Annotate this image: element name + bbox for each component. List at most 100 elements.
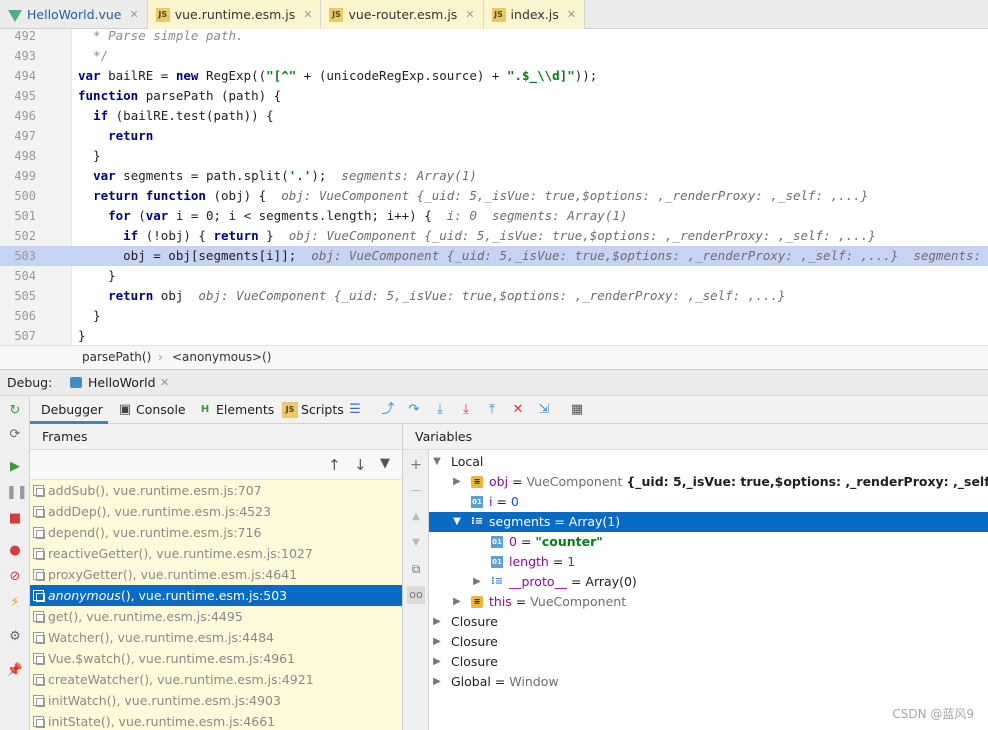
tab-helloworld-vue[interactable]: HelloWorld.vue ✕ <box>0 0 148 29</box>
var-scope-closure[interactable]: ▶ Closure <box>429 612 988 632</box>
code-line[interactable]: 506 } <box>0 306 988 326</box>
mute-breakpoints-icon[interactable]: ⊘ <box>6 568 24 586</box>
frame-item[interactable]: get(), vue.runtime.esm.js:4495 <box>30 606 402 627</box>
code-editor[interactable]: 492 * Parse simple path. 493 */494 var bai… <box>0 29 988 345</box>
line-number[interactable]: 494 <box>0 66 36 86</box>
code-line[interactable]: 492 * Parse simple path. <box>0 29 988 46</box>
chevron-down-icon[interactable]: ▼ <box>451 512 463 532</box>
tab-elements[interactable]: Elements <box>216 396 274 424</box>
code-line[interactable]: 498 } <box>0 146 988 166</box>
close-icon[interactable]: ✕ <box>303 8 312 21</box>
show-execution-point-icon[interactable]: ⤴ <box>380 402 396 418</box>
tab-debugger[interactable]: Debugger <box>30 396 108 424</box>
run-to-cursor-icon[interactable]: ⇲ <box>536 402 552 418</box>
chevron-right-icon[interactable]: ▶ <box>471 572 483 592</box>
frame-item[interactable]: depend(), vue.runtime.esm.js:716 <box>30 522 402 543</box>
menu-icon[interactable]: ☰ <box>347 402 363 418</box>
line-number[interactable]: 493 <box>0 46 36 66</box>
var-segments-proto[interactable]: ▶ ⁝≡ __proto__ = Array(0) <box>429 572 988 592</box>
code-line[interactable]: 495 function parsePath (path) { <box>0 86 988 106</box>
line-number[interactable]: 503 <box>0 246 36 266</box>
frame-item[interactable]: createWatcher(), vue.runtime.esm.js:4921 <box>30 669 402 690</box>
close-icon[interactable]: ✕ <box>567 8 576 21</box>
arrow-up-icon[interactable]: ↑ <box>328 456 341 474</box>
line-number[interactable]: 502 <box>0 226 36 246</box>
frame-item[interactable]: proxyGetter(), vue.runtime.esm.js:4641 <box>30 564 402 585</box>
frame-item[interactable]: initState(), vue.runtime.esm.js:4661 <box>30 711 402 730</box>
tab-index-js[interactable]: JS index.js ✕ <box>483 0 585 29</box>
chevron-down-icon[interactable]: ▼ <box>431 452 443 472</box>
code-line[interactable]: 503 obj = obj[segments[i]]; obj: VueComp… <box>0 246 988 266</box>
code-line[interactable]: 497 return <box>0 126 988 146</box>
line-number[interactable]: 499 <box>0 166 36 186</box>
frame-item[interactable]: addSub(), vue.runtime.esm.js:707 <box>30 480 402 501</box>
filter-icon[interactable]: ▼ <box>380 456 390 471</box>
tab-console[interactable]: Console <box>136 396 186 424</box>
code-line[interactable]: 496 if (bailRE.test(path)) { <box>0 106 988 126</box>
line-number[interactable]: 501 <box>0 206 36 226</box>
breadcrumb-item[interactable]: <anonymous>() <box>172 346 271 369</box>
var-segments[interactable]: ▼ ⁝≡ segments = Array(1) <box>429 512 988 532</box>
code-line[interactable]: 502 if (!obj) { return } obj: VueCompone… <box>0 226 988 246</box>
line-number[interactable]: 495 <box>0 86 36 106</box>
breadcrumb-item[interactable]: parsePath() <box>82 346 151 369</box>
table-icon[interactable]: ▦ <box>569 402 585 418</box>
line-number[interactable]: 498 <box>0 146 36 166</box>
pin-icon[interactable]: 📌 <box>6 662 24 680</box>
code-line[interactable]: 501 for (var i = 0; i < segments.length;… <box>0 206 988 226</box>
tab-vue-runtime[interactable]: JS vue.runtime.esm.js ✕ <box>147 0 322 29</box>
frame-item[interactable]: initWatch(), vue.runtime.esm.js:4903 <box>30 690 402 711</box>
code-line[interactable]: 500 return function (obj) { obj: VueComp… <box>0 186 988 206</box>
stop-icon[interactable]: ■ <box>6 510 24 528</box>
code-line[interactable]: 499 var segments = path.split('.'); segm… <box>0 166 988 186</box>
var-segments-length[interactable]: 01 length = 1 <box>429 552 988 572</box>
var-scope-closure[interactable]: ▶ Closure <box>429 632 988 652</box>
var-scope-closure[interactable]: ▶ Closure <box>429 652 988 672</box>
close-icon[interactable]: ✕ <box>130 8 139 21</box>
view-breakpoints-icon[interactable]: ● <box>6 542 24 560</box>
tab-vue-router[interactable]: JS vue-router.esm.js ✕ <box>321 0 484 29</box>
chevron-right-icon[interactable]: ▶ <box>451 592 463 612</box>
code-line[interactable]: 507} <box>0 326 988 345</box>
code-line[interactable]: 493 */ <box>0 46 988 66</box>
move-down-icon[interactable]: ▼ <box>407 534 425 552</box>
remove-watch-icon[interactable]: − <box>407 482 425 500</box>
lightning-icon[interactable]: ⚡ <box>6 594 24 612</box>
code-line[interactable]: 494 var bailRE = new RegExp(("[^" + (unic… <box>0 66 988 86</box>
var-scope-global[interactable]: ▶ Global = Window <box>429 672 988 692</box>
gear-icon[interactable]: ⚙ <box>6 628 24 646</box>
arrow-down-icon[interactable]: ↓ <box>354 456 367 474</box>
line-number[interactable]: 492 <box>0 29 36 46</box>
chevron-right-icon[interactable]: ▶ <box>431 672 443 692</box>
refresh-icon[interactable]: ⟳ <box>6 426 24 444</box>
code-line[interactable]: 505 return obj obj: VueComponent {_uid: … <box>0 286 988 306</box>
close-icon[interactable]: ✕ <box>160 370 169 396</box>
line-number[interactable]: 506 <box>0 306 36 326</box>
line-number[interactable]: 497 <box>0 126 36 146</box>
line-number[interactable]: 504 <box>0 266 36 286</box>
pause-icon[interactable]: ❚❚ <box>6 484 28 502</box>
chevron-right-icon[interactable]: ▶ <box>431 612 443 632</box>
line-number[interactable]: 500 <box>0 186 36 206</box>
var-segments-0[interactable]: 01 0 = "counter" <box>429 532 988 552</box>
frame-item[interactable]: anonymous(), vue.runtime.esm.js:503 <box>30 585 402 606</box>
glasses-icon[interactable]: oo <box>407 586 425 604</box>
step-into-icon[interactable]: ⤓ <box>432 402 448 418</box>
chevron-right-icon[interactable]: ▶ <box>431 632 443 652</box>
var-obj[interactable]: ▶ ≡ obj = VueComponent {_uid: 5,_isVue: … <box>429 472 988 492</box>
frame-item[interactable]: Vue.$watch(), vue.runtime.esm.js:4961 <box>30 648 402 669</box>
var-this[interactable]: ▶ ≡ this = VueComponent <box>429 592 988 612</box>
frame-item[interactable]: reactiveGetter(), vue.runtime.esm.js:102… <box>30 543 402 564</box>
chevron-right-icon[interactable]: ▶ <box>431 652 443 672</box>
tab-scripts[interactable]: Scripts <box>301 396 344 424</box>
rerun-icon[interactable]: ↻ <box>6 402 24 420</box>
frame-item[interactable]: addDep(), vue.runtime.esm.js:4523 <box>30 501 402 522</box>
debug-session-tab[interactable]: HelloWorld <box>88 370 156 396</box>
step-out-icon[interactable]: ⤒ <box>484 402 500 418</box>
frame-item[interactable]: Watcher(), vue.runtime.esm.js:4484 <box>30 627 402 648</box>
resume-icon[interactable]: ▶ <box>6 458 24 476</box>
add-watch-icon[interactable]: + <box>407 456 425 474</box>
copy-icon[interactable]: ⧉ <box>407 560 425 578</box>
line-number[interactable]: 507 <box>0 326 36 345</box>
line-number[interactable]: 496 <box>0 106 36 126</box>
